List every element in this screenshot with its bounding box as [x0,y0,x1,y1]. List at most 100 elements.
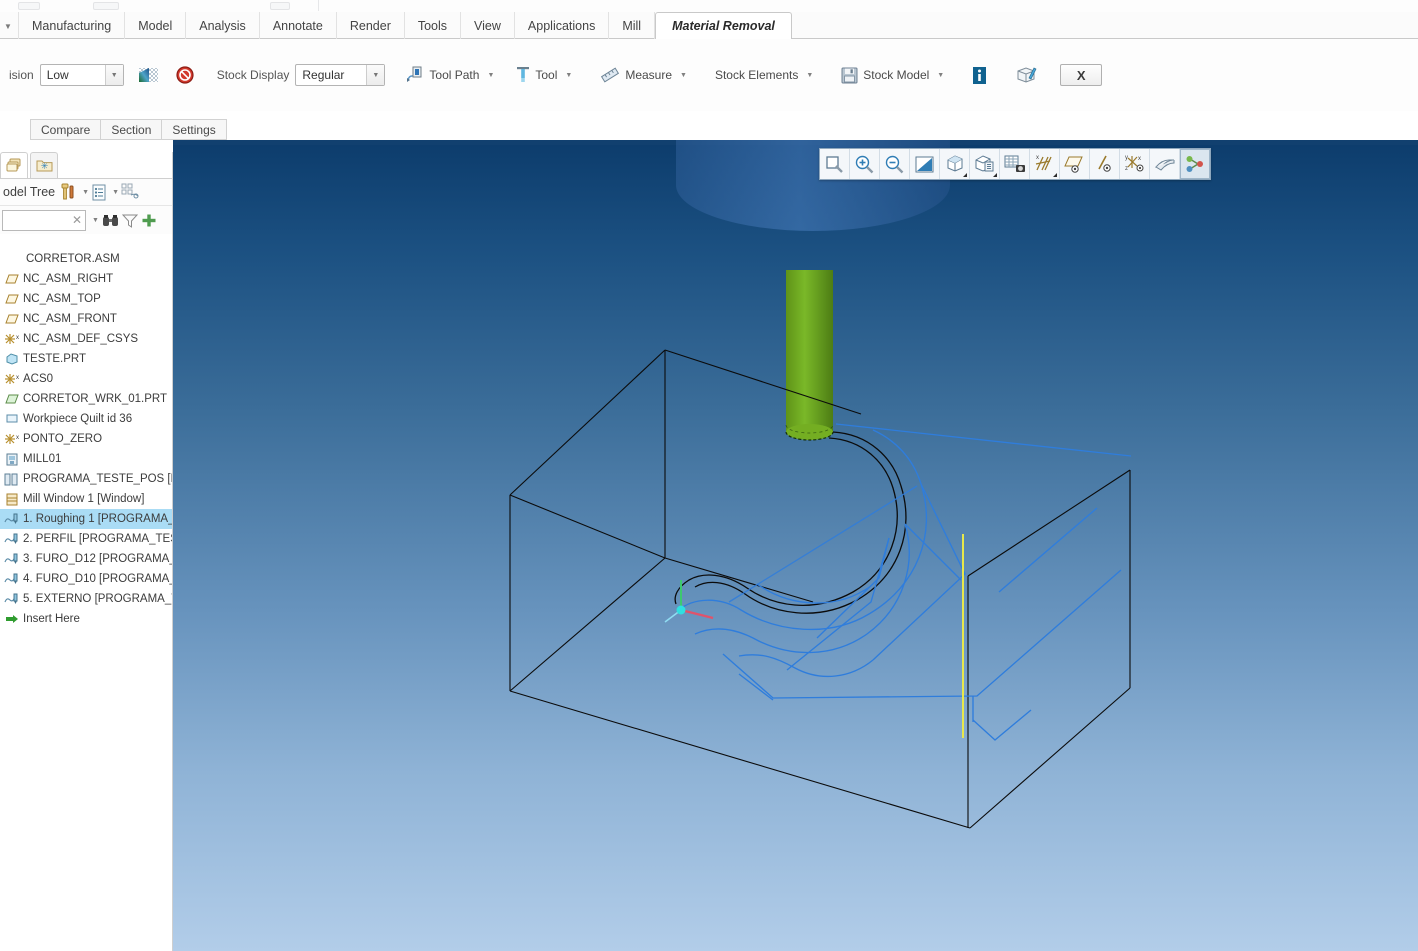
chevron-down-icon[interactable]: ▼ [112,189,119,196]
subtab-settings[interactable]: Settings [161,119,227,140]
tree-item[interactable]: Workpiece Quilt id 36 [0,409,173,429]
tree-item-label: TESTE.PRT [23,353,87,365]
tree-item[interactable]: 5. EXTERNO [PROGRAMA_TES [0,589,173,609]
model-tree-title: odel Tree [3,185,56,199]
subtab-compare[interactable]: Compare [30,119,101,140]
chevron-down-icon[interactable]: ▼ [937,72,944,79]
precision-combo[interactable]: Low ▼ [39,64,124,86]
zoom-in-button[interactable] [850,149,880,179]
ribbon-tab-view[interactable]: View [461,12,515,39]
chevron-down-icon[interactable]: ▼ [366,65,385,85]
edit-stock-button[interactable] [1010,60,1042,90]
tree-item[interactable]: NC_ASM_TOP [0,289,173,309]
chevron-down-icon[interactable]: ▼ [565,72,572,79]
add-plus-icon[interactable] [141,213,157,228]
ribbon-tab-manufacturing[interactable]: Manufacturing [18,12,126,39]
chevron-down-icon[interactable]: ▼ [104,65,123,85]
ribbon-tab-applications[interactable]: Applications [515,12,610,39]
annotation-display-button[interactable] [1180,149,1210,179]
display-style-icon[interactable] [121,183,140,201]
find-binoculars-icon[interactable] [102,213,119,228]
flyout-corner-icon[interactable] [993,173,997,177]
tree-item[interactable]: 1. Roughing 1 [PROGRAMA_TE [0,509,173,529]
ribbon-tab-tools[interactable]: Tools [405,12,462,39]
saved-views-icon [974,154,995,174]
graphics-toolbar: x y x z [819,148,1211,180]
ribbon-tab-mill[interactable]: Mill [609,12,656,39]
repaint-button[interactable] [910,149,940,179]
information-button[interactable] [967,60,992,90]
stock-display-combo[interactable]: Regular ▼ [295,64,386,86]
filter-funnel-icon[interactable] [121,213,138,228]
chevron-down-icon[interactable]: ▼ [806,72,813,79]
tree-item[interactable]: Insert Here [0,609,173,629]
display-style-button[interactable] [940,149,970,179]
stock-model-button[interactable]: Stock Model ▼ [836,60,949,90]
tree-item[interactable]: Mill Window 1 [Window] [0,489,173,509]
ribbon-tab-render[interactable]: Render [337,12,405,39]
model-tree-tab[interactable] [0,152,28,178]
tree-item[interactable]: NC_ASM_RIGHT [0,269,173,289]
axis-display-button[interactable] [1090,149,1120,179]
datum-display-button[interactable]: x [1030,149,1060,179]
search-input[interactable]: ✕ [2,209,86,231]
tree-item[interactable]: MILL01 [0,449,173,469]
display-style-icon [944,154,965,174]
ribbon-tab-material-removal[interactable]: Material Removal [655,12,792,40]
plane-display-icon [1064,154,1085,174]
texture-swatch-button[interactable] [134,60,163,90]
csys-display-button[interactable]: y x z [1120,149,1150,179]
tree-item-label: Workpiece Quilt id 36 [23,413,133,425]
tree-item-label: MILL01 [23,453,62,465]
stock-model-label: Stock Model [863,68,930,82]
saved-views-button[interactable] [970,149,1000,179]
tree-item[interactable]: 4. FURO_D10 [PROGRAMA_TE [0,569,173,589]
measure-button[interactable]: Measure ▼ [595,60,692,90]
chevron-down-icon[interactable]: ▼ [92,217,99,224]
ribbon-tab-analysis[interactable]: Analysis [186,12,260,39]
tree-item[interactable]: 3. FURO_D12 [PROGRAMA_TE [0,549,173,569]
chevron-down-icon[interactable]: ▼ [680,72,687,79]
tree-filters-icon[interactable] [91,184,107,201]
ribbon-tab-annotate[interactable]: Annotate [260,12,337,39]
tree-item[interactable]: x PONTO_ZERO [0,429,173,449]
chevron-down-icon[interactable]: ▼ [0,17,16,35]
error-stop-button[interactable] [171,60,199,90]
qa-icon-1[interactable] [18,2,40,10]
close-group: X [1051,39,1111,111]
chevron-down-icon[interactable]: ▼ [82,189,89,196]
model-tree[interactable]: CORRETOR.ASM NC_ASM_RIGHT NC_ASM_TOP NC_ASM… [0,236,173,951]
chevron-down-icon[interactable]: ▼ [487,72,494,79]
close-button[interactable]: X [1060,64,1103,86]
tool-button[interactable]: Tool ▼ [511,60,577,90]
qa-icon-3[interactable] [270,2,290,10]
mill-window-icon [3,493,20,506]
tree-item[interactable]: 2. PERFIL [PROGRAMA_TESTE [0,529,173,549]
tree-item[interactable]: CORRETOR.ASM [0,249,173,269]
subtab-section[interactable]: Section [100,119,162,140]
clear-x-icon[interactable]: ✕ [72,213,82,227]
tree-item[interactable]: x NC_ASM_DEF_CSYS [0,329,173,349]
flyout-corner-icon[interactable] [963,173,967,177]
view-manager-button[interactable] [1000,149,1030,179]
flyout-corner-icon[interactable] [1053,173,1057,177]
zoom-out-button[interactable] [880,149,910,179]
qa-icon-2[interactable] [93,2,119,10]
ribbon-tab-model[interactable]: Model [125,12,187,39]
tree-item[interactable]: PROGRAMA_TESTE_POS [MILL [0,469,173,489]
tree-item[interactable]: NC_ASM_FRONT [0,309,173,329]
nc-sequence-icon [3,513,20,526]
tree-item[interactable]: TESTE.PRT [0,349,173,369]
folder-browser-tab[interactable]: ✳ [30,152,58,178]
spin-center-button[interactable] [1150,149,1180,179]
tree-item[interactable]: x ACS0 [0,369,173,389]
tool-path-button[interactable]: Tool Path ▼ [399,60,499,90]
workpiece-icon [3,393,20,405]
settings-hammer-icon[interactable] [60,183,77,201]
cnc-simulation-scene [509,140,1132,829]
graphics-viewport[interactable]: x y x z [173,140,1418,951]
refit-zoom-button[interactable] [820,149,850,179]
stock-elements-button[interactable]: Stock Elements ▼ [710,60,818,90]
plane-display-button[interactable] [1060,149,1090,179]
tree-item[interactable]: CORRETOR_WRK_01.PRT [0,389,173,409]
